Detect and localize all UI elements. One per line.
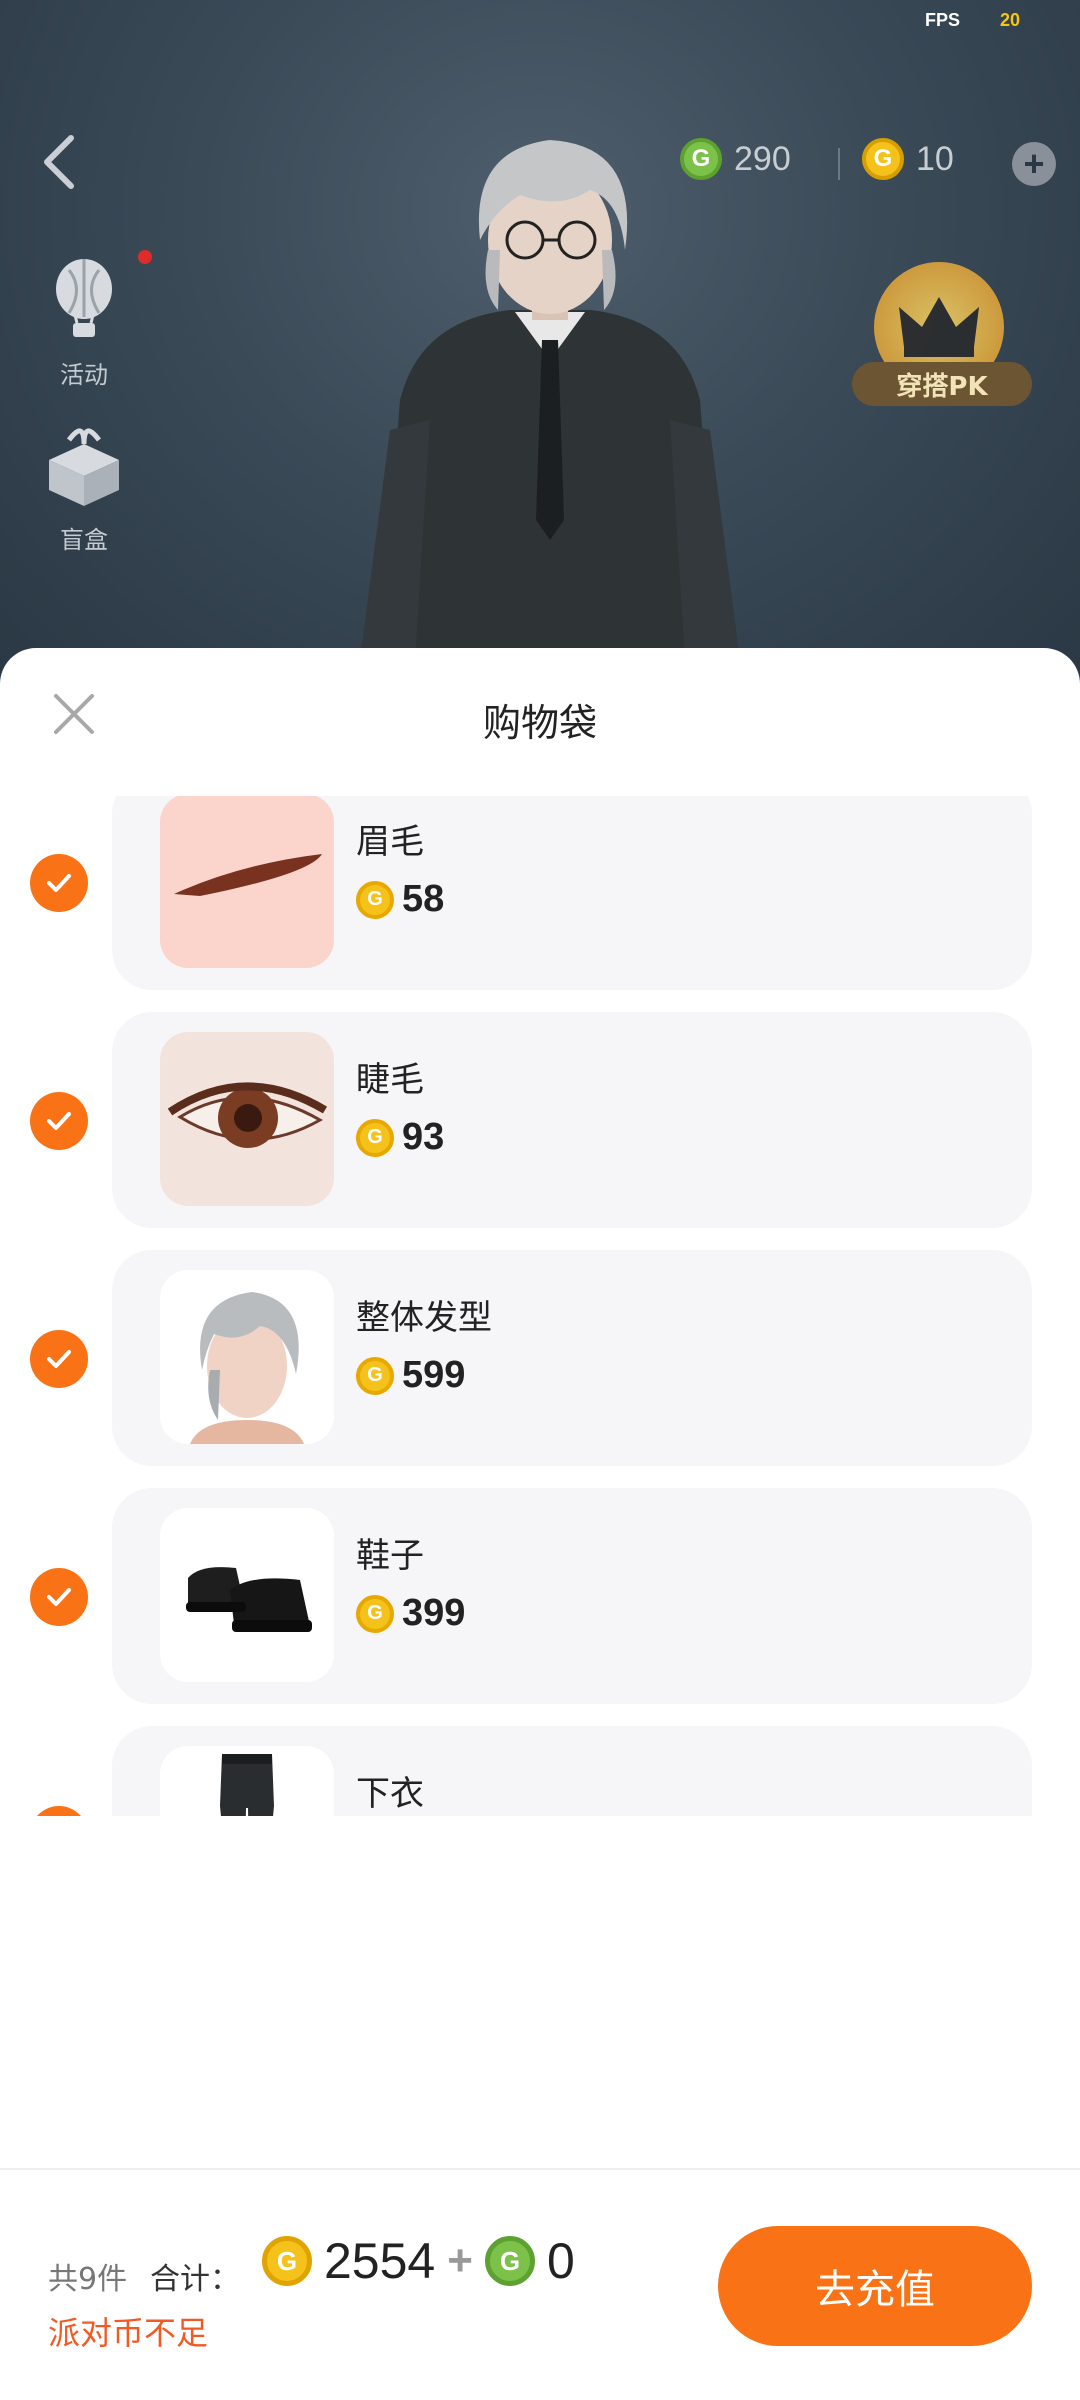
- plus-sign: +: [447, 2236, 473, 2285]
- item-price-value: 399: [402, 1592, 466, 1634]
- item-name: 下衣: [356, 1774, 424, 1814]
- checkmark-icon: [47, 874, 71, 892]
- checkmark-icon: [47, 1350, 71, 1368]
- item-card[interactable]: 下衣 G 499: [112, 1726, 1032, 1816]
- item-card[interactable]: 眉毛 G 58: [112, 796, 1032, 990]
- cart-item: 眉毛 G 58: [0, 796, 1080, 990]
- hairstyle-thumbnail: [160, 1270, 334, 1444]
- blindbox-button[interactable]: 盲盒: [34, 420, 134, 555]
- hot-air-balloon-icon: [56, 259, 112, 337]
- item-checkbox[interactable]: [30, 1092, 88, 1150]
- cart-item: 下衣 G 499: [0, 1726, 1080, 1816]
- item-card[interactable]: 睫毛 G 93: [112, 1012, 1032, 1228]
- notification-dot: [138, 250, 152, 264]
- checkout-footer: 共9件 合计： G 2554 + G 0 派对币不足 去充值: [0, 2168, 1080, 2400]
- currency-divider: [838, 148, 840, 180]
- sheet-header: 购物袋: [0, 648, 1080, 796]
- gold-coin-balance: G 10: [862, 138, 954, 180]
- activity-button[interactable]: 活动: [34, 255, 134, 390]
- gold-coin-icon: G: [356, 1356, 394, 1395]
- recharge-button[interactable]: 去充值: [718, 2226, 1032, 2346]
- item-card[interactable]: 鞋子 G 399: [112, 1488, 1032, 1704]
- shoes-thumbnail: [160, 1508, 334, 1682]
- shopping-bag-sheet: 购物袋 眉毛 G 58 睫毛 G 93 整体发型 G 599 鞋子 G 399 …: [0, 648, 1080, 2400]
- item-name: 睫毛: [356, 1060, 424, 1100]
- item-checkbox[interactable]: [30, 1806, 88, 1816]
- gold-coin-icon: G: [262, 2236, 312, 2286]
- item-card[interactable]: 整体发型 G 599: [112, 1250, 1032, 1466]
- cart-item: 鞋子 G 399: [0, 1488, 1080, 1704]
- pants-thumbnail: [160, 1746, 334, 1816]
- green-total: 0: [546, 2233, 575, 2289]
- item-checkbox[interactable]: [30, 1330, 88, 1388]
- add-currency-button[interactable]: +: [1012, 142, 1056, 186]
- avatar-character: [360, 140, 740, 660]
- item-price-value: 93: [402, 1116, 445, 1158]
- total-label: 合计：: [150, 2262, 240, 2297]
- item-name: 眉毛: [356, 822, 424, 862]
- fps-label: FPS: [924, 10, 960, 30]
- cart-item: 睫毛 G 93: [0, 1012, 1080, 1228]
- gift-box-icon: [49, 428, 119, 506]
- item-price: G 93: [356, 1116, 444, 1159]
- item-checkbox[interactable]: [30, 1568, 88, 1626]
- chevron-left-icon: [44, 135, 74, 189]
- green-coin-amount: 290: [734, 139, 791, 178]
- plus-icon: +: [1023, 143, 1045, 184]
- gold-coin-icon: G: [356, 1594, 394, 1633]
- green-coin-icon: G: [484, 2236, 535, 2286]
- fps-counter: FPS 20: [925, 10, 1020, 31]
- back-button[interactable]: [34, 132, 84, 192]
- activity-label: 活动: [60, 361, 108, 389]
- gold-coin-icon: G: [356, 880, 394, 919]
- item-price: G 58: [356, 878, 444, 921]
- blindbox-label: 盲盒: [60, 526, 108, 554]
- gold-coin-icon: G: [356, 1118, 394, 1157]
- item-count: 共9件: [48, 2262, 128, 2297]
- fps-value: 20: [999, 10, 1020, 30]
- checkmark-icon: [47, 1588, 71, 1606]
- outfit-pk-label: 穿搭PK: [852, 362, 1032, 406]
- game-scene: FPS 20 G 290 G 10 + 活动 盲盒 穿搭PK: [0, 0, 1080, 700]
- outfit-pk-button[interactable]: 穿搭PK: [852, 262, 1032, 412]
- green-coin-balance: G 290: [680, 138, 791, 180]
- sheet-title: 购物袋: [482, 701, 597, 745]
- checkmark-icon: [47, 1112, 71, 1130]
- item-name: 鞋子: [356, 1536, 424, 1576]
- item-price-value: 58: [402, 878, 445, 920]
- item-price: G 599: [356, 1354, 465, 1397]
- green-coin-icon: G: [680, 138, 722, 180]
- gold-coin-icon: G: [862, 138, 904, 180]
- item-name: 整体发型: [356, 1298, 492, 1338]
- item-price-value: 599: [402, 1354, 466, 1396]
- item-checkbox[interactable]: [30, 854, 88, 912]
- cart-item: 整体发型 G 599: [0, 1250, 1080, 1466]
- gold-coin-amount: 10: [916, 139, 954, 178]
- total-amount: G 2554 + G 0: [262, 2232, 575, 2290]
- cart-item-list[interactable]: 眉毛 G 58 睫毛 G 93 整体发型 G 599 鞋子 G 399 下衣: [0, 796, 1080, 1816]
- eyelash-thumbnail: [160, 1032, 334, 1206]
- item-price: G 399: [356, 1592, 465, 1635]
- gold-total: 2554: [324, 2233, 436, 2289]
- eyebrow-thumbnail: [160, 796, 334, 968]
- insufficient-funds-warning: 派对币不足: [48, 2314, 209, 2352]
